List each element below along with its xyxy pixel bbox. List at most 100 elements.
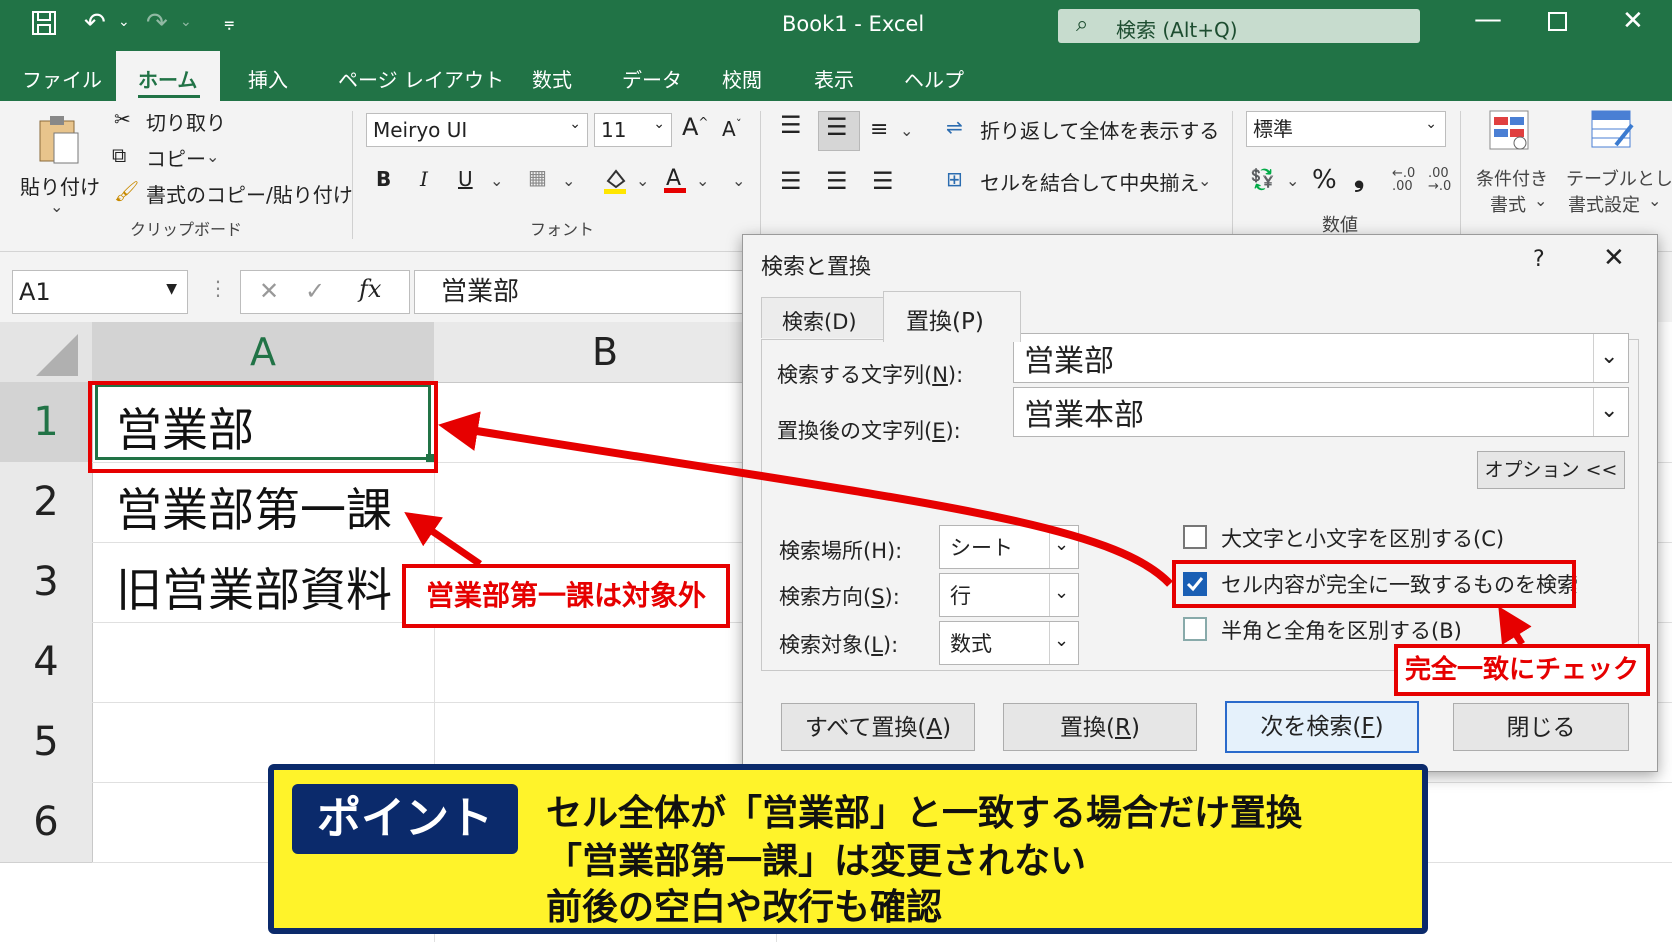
copy-button[interactable]: コピー bbox=[146, 143, 206, 172]
font-size-select[interactable]: 11 ⌄ bbox=[594, 113, 672, 147]
find-next-button[interactable]: 次を検索(F) bbox=[1225, 701, 1419, 753]
undo-icon[interactable]: ↶ bbox=[84, 8, 106, 38]
currency-icon[interactable]: 💱 bbox=[1250, 167, 1275, 191]
redo-icon[interactable]: ↷ bbox=[146, 8, 168, 38]
close-button[interactable]: 閉じる bbox=[1453, 703, 1629, 751]
row-header-1[interactable]: 1 bbox=[0, 382, 93, 463]
underline-icon[interactable]: U bbox=[458, 167, 473, 191]
look-in-select[interactable]: 数式 ⌄ bbox=[939, 621, 1079, 665]
align-right-icon[interactable]: ☰ bbox=[872, 167, 894, 195]
replace-button[interactable]: 置換(R) bbox=[1003, 703, 1197, 751]
maximize-icon[interactable] bbox=[1548, 12, 1568, 37]
tab-file[interactable]: ファイル bbox=[22, 64, 102, 93]
replace-with-input[interactable]: 営業本部 ⌄ bbox=[1013, 387, 1629, 437]
fill-color-icon[interactable] bbox=[602, 165, 628, 199]
tab-view[interactable]: 表示 bbox=[814, 64, 854, 93]
tab-page-layout[interactable]: ページ レイアウト bbox=[338, 64, 504, 93]
font-color-icon[interactable]: A bbox=[662, 163, 688, 199]
chevron-down-icon[interactable]: ⌄ bbox=[118, 14, 130, 30]
search-icon: ⌕ bbox=[1076, 12, 1089, 37]
save-icon[interactable] bbox=[30, 9, 58, 42]
decrease-decimal-icon[interactable]: .00 →.0 bbox=[1428, 167, 1451, 193]
chevron-down-icon[interactable]: ⌄ bbox=[1198, 171, 1211, 190]
decrease-font-icon[interactable]: Aˇ bbox=[722, 117, 742, 141]
increase-font-icon[interactable]: A^ bbox=[682, 113, 708, 141]
comma-icon[interactable]: ❟ bbox=[1354, 163, 1364, 194]
wrap-text-button[interactable]: 折り返して全体を表示する bbox=[980, 115, 1219, 144]
match-case-checkbox[interactable] bbox=[1183, 525, 1207, 549]
tab-formulas[interactable]: 数式 bbox=[532, 64, 572, 93]
svg-text:A: A bbox=[666, 166, 681, 191]
row-header-3[interactable]: 3 bbox=[0, 542, 93, 623]
tab-review[interactable]: 校閲 bbox=[722, 64, 762, 93]
minimize-icon[interactable]: — bbox=[1474, 2, 1502, 35]
column-header-b[interactable]: B bbox=[434, 322, 777, 383]
chevron-down-icon[interactable]: ⌄ bbox=[180, 14, 192, 30]
options-button[interactable]: オプション << bbox=[1477, 451, 1625, 489]
row-header-2[interactable]: 2 bbox=[0, 462, 93, 543]
customize-qat-icon[interactable]: ⩦ bbox=[224, 12, 235, 33]
chevron-down-icon: ▼ bbox=[166, 281, 177, 297]
tab-help[interactable]: ヘルプ bbox=[904, 64, 964, 93]
chevron-down-icon[interactable]: ⌄ bbox=[696, 171, 709, 190]
help-button[interactable]: ? bbox=[1533, 247, 1545, 272]
column-header-a[interactable]: A bbox=[92, 322, 435, 385]
enter-icon[interactable]: ✓ bbox=[305, 277, 325, 305]
align-middle-icon[interactable]: ☰ bbox=[826, 113, 848, 141]
chevron-down-icon[interactable]: ⌄ bbox=[1286, 171, 1299, 190]
close-icon[interactable]: ✕ bbox=[1622, 6, 1644, 36]
chevron-down-icon[interactable]: ⌄ bbox=[490, 171, 503, 190]
border-icon[interactable]: ▦ bbox=[528, 165, 547, 189]
chevron-down-icon[interactable]: ⌄ bbox=[732, 171, 745, 190]
font-name-select[interactable]: Meiryo UI ⌄ bbox=[366, 113, 588, 147]
tab-insert[interactable]: 挿入 bbox=[248, 64, 288, 93]
tab-replace[interactable]: 置換(P) bbox=[883, 291, 1021, 342]
tab-find[interactable]: 検索(D) bbox=[761, 297, 885, 338]
chevron-down-icon[interactable]: ⌄ bbox=[562, 171, 575, 190]
chevron-down-icon[interactable]: ⌄ bbox=[900, 121, 913, 140]
bold-icon[interactable]: B bbox=[376, 167, 391, 191]
replace-all-button[interactable]: すべて置換(A) bbox=[781, 703, 975, 751]
select-all-corner[interactable] bbox=[0, 322, 93, 383]
close-icon[interactable]: ✕ bbox=[1603, 243, 1625, 273]
italic-icon[interactable]: I bbox=[420, 167, 428, 191]
align-bottom-icon[interactable]: ≡ bbox=[870, 117, 888, 142]
match-width-checkbox[interactable] bbox=[1183, 617, 1207, 641]
chevron-down-icon[interactable]: ⌄ bbox=[50, 197, 63, 216]
row-header-6[interactable]: 6 bbox=[0, 782, 93, 863]
cancel-icon[interactable]: ✕ bbox=[259, 277, 279, 305]
cell-a3[interactable]: 旧営業部資料 bbox=[116, 554, 392, 620]
paste-button[interactable]: 貼り付け bbox=[20, 171, 100, 200]
align-left-icon[interactable]: ☰ bbox=[780, 167, 802, 195]
tab-home[interactable]: ホーム bbox=[138, 64, 197, 93]
align-center-icon[interactable]: ☰ bbox=[826, 167, 848, 195]
format-painter-icon: 🖌 bbox=[114, 179, 140, 203]
look-in-label: 検索対象(L): bbox=[779, 633, 899, 657]
increase-decimal-icon[interactable]: ←.0.00 bbox=[1392, 167, 1415, 193]
within-select[interactable]: シート ⌄ bbox=[939, 525, 1079, 569]
percent-icon[interactable]: % bbox=[1312, 165, 1337, 195]
search-direction-select[interactable]: 行 ⌄ bbox=[939, 573, 1079, 617]
format-painter-button[interactable]: 書式のコピー/貼り付け bbox=[146, 179, 353, 208]
cut-button[interactable]: 切り取り bbox=[146, 107, 226, 136]
insert-function-icon[interactable]: fx bbox=[359, 275, 381, 303]
align-top-icon[interactable]: ☰ bbox=[780, 111, 802, 139]
search-input[interactable]: ⌕ 検索 (Alt+Q) bbox=[1058, 9, 1420, 43]
chevron-down-icon[interactable]: ⌄ bbox=[636, 171, 649, 190]
merge-center-button[interactable]: セルを結合して中央揃え bbox=[980, 167, 1199, 196]
name-box[interactable]: A1 ▼ bbox=[12, 270, 188, 314]
tab-data[interactable]: データ bbox=[622, 64, 682, 93]
replace-with-label: 置換後の文字列(E): bbox=[777, 419, 961, 443]
conditional-format-button[interactable]: 条件付き bbox=[1476, 165, 1548, 191]
format-as-table-button[interactable]: テーブルとして bbox=[1566, 165, 1672, 191]
chevron-down-icon[interactable]: ⌄ bbox=[206, 147, 219, 166]
find-what-input[interactable]: 営業部 ⌄ bbox=[1013, 333, 1629, 383]
formula-input[interactable]: 営業部 bbox=[414, 270, 754, 314]
paste-icon[interactable] bbox=[36, 113, 82, 169]
row-header-4[interactable]: 4 bbox=[0, 622, 93, 703]
row-header-5[interactable]: 5 bbox=[0, 702, 93, 783]
number-format-select[interactable]: 標準 ⌄ bbox=[1246, 111, 1446, 147]
cell-a2[interactable]: 営業部第一課 bbox=[116, 474, 392, 540]
chevron-down-icon[interactable]: ⌄ bbox=[1648, 191, 1661, 210]
chevron-down-icon[interactable]: ⌄ bbox=[1534, 191, 1547, 210]
